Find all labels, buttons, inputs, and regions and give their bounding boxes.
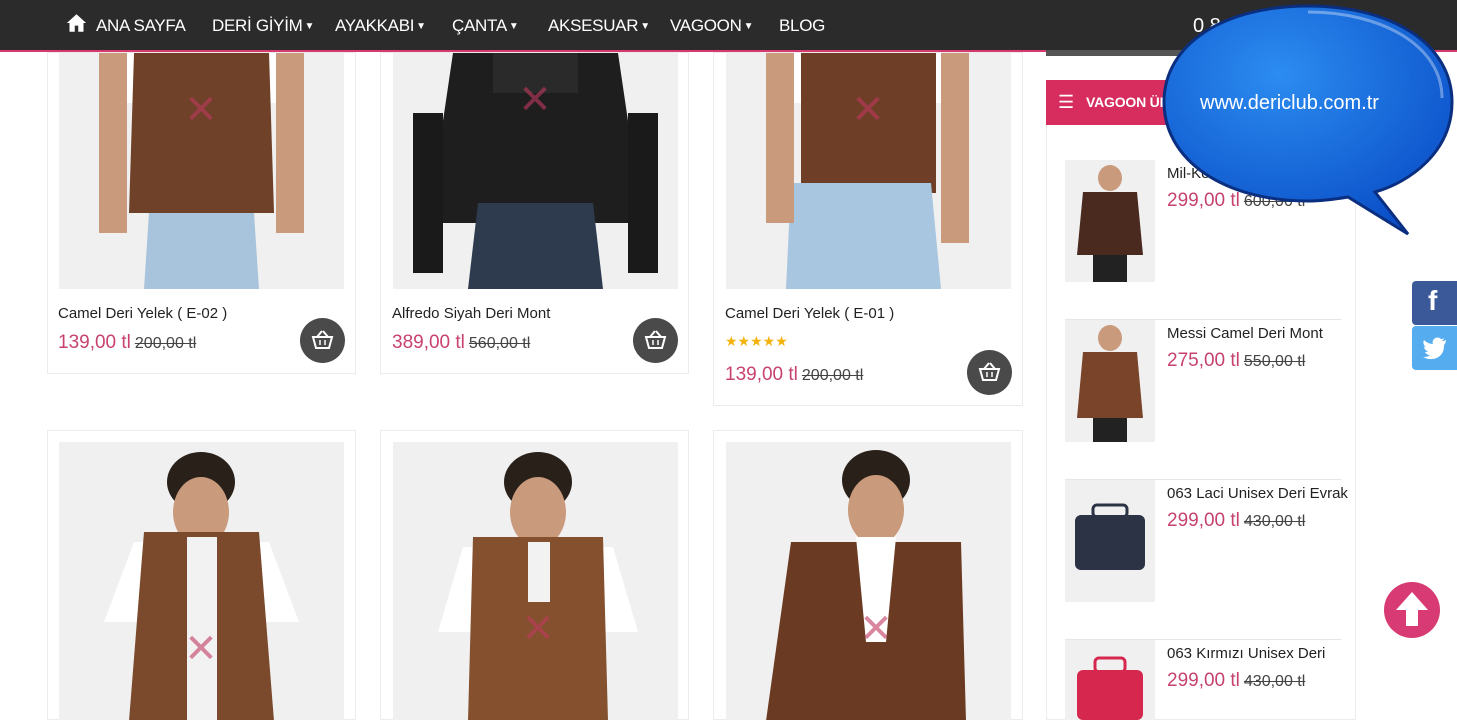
sidebar-title: VAGOON ÜR xyxy=(1086,94,1170,110)
product-price: 139,00 tl 200,00 tl xyxy=(58,332,196,354)
nav-item-vagoon[interactable]: VAGOON ▼ xyxy=(670,0,753,50)
sidebar-product[interactable]: Messi Camel Deri Mont 275,00 tl 550,00 tl xyxy=(1065,320,1341,480)
product-image[interactable]: ✕ xyxy=(726,442,1011,720)
facebook-icon: f xyxy=(1428,285,1438,316)
nav-label: AKSESUAR xyxy=(548,16,639,35)
add-to-cart-button[interactable] xyxy=(633,318,678,363)
caret-down-icon: ▼ xyxy=(416,20,426,32)
old-price: 200,00 tl xyxy=(134,335,197,352)
add-to-cart-button[interactable] xyxy=(300,318,345,363)
current-price: 389,00 tl xyxy=(392,332,465,353)
caret-down-icon: ▼ xyxy=(508,20,519,32)
old-price: 550,00 tl xyxy=(1243,353,1306,370)
home-icon[interactable] xyxy=(66,13,87,33)
add-to-cart-button[interactable] xyxy=(967,350,1012,395)
caret-down-icon: ▼ xyxy=(640,20,650,32)
scroll-to-top-button[interactable] xyxy=(1384,582,1440,638)
sidebar-product-price: 275,00 tl 550,00 tl xyxy=(1167,350,1305,372)
nav-label: ÇANTA xyxy=(452,16,507,35)
product-name[interactable]: Camel Deri Yelek ( E-02 ) xyxy=(58,305,227,322)
sidebar-product-price: 299,00 tl 430,00 tl xyxy=(1167,510,1305,532)
nav-item-accessories[interactable]: AKSESUAR ▼ xyxy=(548,0,650,50)
menu-icon: ☰ xyxy=(1058,92,1075,112)
product-name[interactable]: Alfredo Siyah Deri Mont xyxy=(392,305,550,322)
nav-item-leather-clothing[interactable]: DERİ GİYİM ▼ xyxy=(212,0,314,50)
product-price: 139,00 tl 200,00 tl xyxy=(725,364,863,386)
current-price: 299,00 tl xyxy=(1167,670,1240,691)
product-card[interactable]: ✕ Camel Deri Yelek ( E-02 ) 139,00 tl 200… xyxy=(47,52,356,374)
svg-text:✕: ✕ xyxy=(184,626,218,672)
basket-icon xyxy=(311,330,334,349)
product-image[interactable]: ✕ xyxy=(59,53,344,289)
rating-stars: ★★★★★ xyxy=(725,333,788,349)
old-price: 560,00 tl xyxy=(468,335,531,352)
product-image[interactable]: ✕ xyxy=(393,442,678,720)
caret-down-icon: ▼ xyxy=(304,20,315,32)
old-price: 430,00 tl xyxy=(1243,673,1306,690)
sidebar-product-image[interactable] xyxy=(1065,320,1155,442)
product-name[interactable]: Camel Deri Yelek ( E-01 ) xyxy=(725,305,894,322)
product-image[interactable]: ✕ xyxy=(393,53,678,289)
svg-text:✕: ✕ xyxy=(184,87,218,133)
nav-label: ANA SAYFA xyxy=(96,16,186,35)
old-price: 200,00 tl xyxy=(801,367,864,384)
product-image[interactable]: ✕ xyxy=(726,53,1011,289)
twitter-button[interactable] xyxy=(1412,326,1457,370)
nav-label: DERİ GİYİM xyxy=(212,16,303,35)
product-price: 389,00 tl 560,00 tl xyxy=(392,332,530,354)
product-card[interactable]: ✕ xyxy=(47,430,356,720)
svg-text:✕: ✕ xyxy=(518,77,552,123)
current-price: 139,00 tl xyxy=(58,332,131,353)
svg-text:✕: ✕ xyxy=(851,87,885,133)
basket-icon xyxy=(978,362,1001,381)
product-card[interactable]: ✕ xyxy=(713,430,1023,720)
nav-item-home[interactable]: ANA SAYFA xyxy=(96,0,186,50)
product-card[interactable]: ✕ Alfredo Siyah Deri Mont 389,00 tl 560,0… xyxy=(380,52,689,374)
speech-bubble xyxy=(1162,4,1454,236)
current-price: 299,00 tl xyxy=(1167,510,1240,531)
svg-text:✕: ✕ xyxy=(521,606,555,652)
caret-down-icon: ▼ xyxy=(743,20,754,32)
product-image[interactable]: ✕ xyxy=(59,442,344,720)
nav-item-shoes[interactable]: AYAKKABI ▼ xyxy=(335,0,426,50)
basket-icon xyxy=(644,330,667,349)
website-url: www.dericlub.com.tr xyxy=(1200,92,1379,114)
arrow-up-icon xyxy=(1396,592,1428,626)
sidebar-product[interactable]: 063 Kırmızı Unisex Deri 299,00 tl 430,00 … xyxy=(1065,640,1341,720)
current-price: 275,00 tl xyxy=(1167,350,1240,371)
product-card[interactable]: ✕ Camel Deri Yelek ( E-01 ) ★★★★★ 139,00… xyxy=(713,52,1023,406)
svg-text:✕: ✕ xyxy=(859,606,893,652)
old-price: 430,00 tl xyxy=(1243,513,1306,530)
sidebar-product-image[interactable] xyxy=(1065,640,1155,720)
nav-label: AYAKKABI xyxy=(335,16,415,35)
sidebar-product-name[interactable]: 063 Kırmızı Unisex Deri xyxy=(1167,645,1325,662)
sidebar-product-image[interactable] xyxy=(1065,160,1155,282)
sidebar-product-name[interactable]: 063 Laci Unisex Deri Evrak xyxy=(1167,485,1348,502)
sidebar-product-image[interactable] xyxy=(1065,480,1155,602)
nav-label: VAGOON xyxy=(670,16,742,35)
twitter-icon xyxy=(1423,337,1446,360)
current-price: 139,00 tl xyxy=(725,364,798,385)
facebook-button[interactable]: f xyxy=(1412,281,1457,325)
sidebar-product-name[interactable]: Messi Camel Deri Mont xyxy=(1167,325,1323,342)
nav-item-bags[interactable]: ÇANTA ▼ xyxy=(452,0,519,50)
sidebar-product-price: 299,00 tl 430,00 tl xyxy=(1167,670,1305,692)
product-card[interactable]: ✕ xyxy=(380,430,689,720)
nav-item-blog[interactable]: BLOG xyxy=(779,0,825,50)
nav-label: BLOG xyxy=(779,16,826,35)
sidebar-product[interactable]: 063 Laci Unisex Deri Evrak 299,00 tl 430,… xyxy=(1065,480,1348,640)
